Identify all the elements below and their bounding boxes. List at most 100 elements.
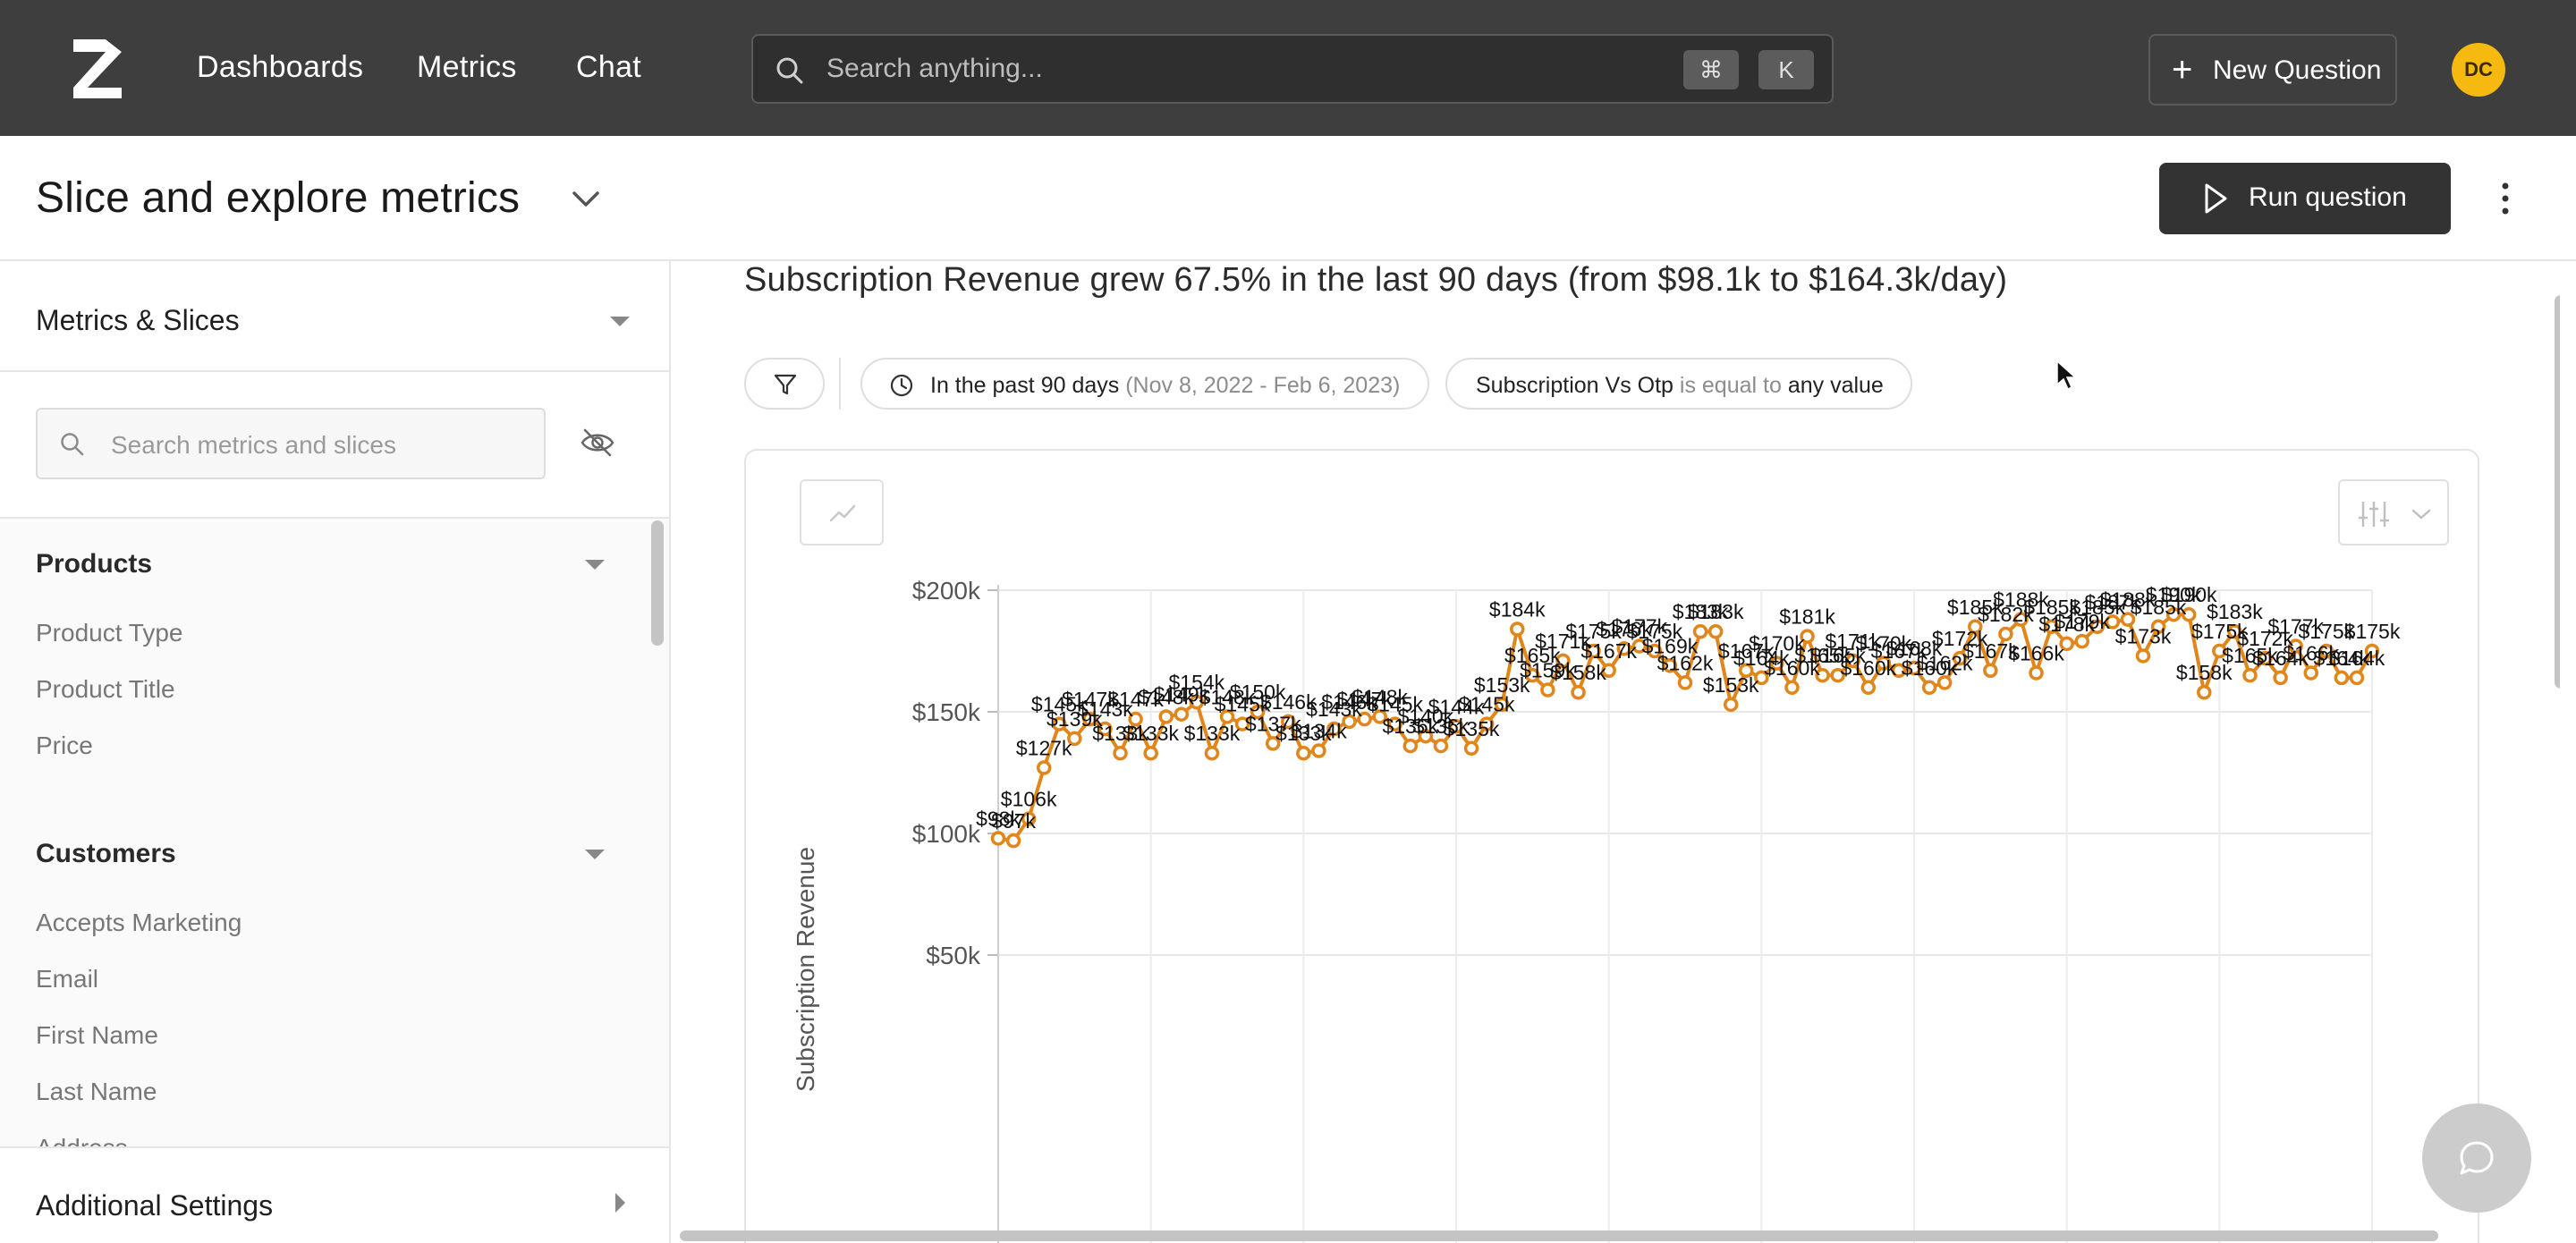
sidebar-group-customers[interactable]: Customers (36, 839, 176, 869)
sidebar-item-first-name[interactable]: First Name (36, 1021, 158, 1050)
sidebar-item-last-name[interactable]: Last Name (36, 1078, 157, 1106)
data-label: $134k (1291, 720, 1347, 743)
slice-filter-value: any value (1787, 373, 1884, 398)
run-question-label: Run question (2249, 182, 2407, 212)
global-search-input[interactable]: Search anything... ⌘ K (751, 34, 1834, 104)
data-label: $175k (2344, 620, 2401, 643)
data-point[interactable] (1296, 745, 1311, 761)
data-point[interactable] (1723, 697, 1739, 713)
additional-settings-title: Additional Settings (36, 1189, 274, 1222)
data-point[interactable] (1784, 680, 1800, 696)
data-point[interactable] (1113, 745, 1128, 761)
data-point[interactable] (1174, 706, 1190, 722)
main-scrollbar[interactable] (2555, 295, 2560, 689)
date-filter-chip[interactable]: In the past 90 days (Nov 8, 2022 - Feb 6… (860, 358, 1429, 410)
play-icon (2205, 183, 2227, 214)
insight-headline: Subscription Revenue grew 67.5% in the l… (744, 261, 2008, 299)
data-point[interactable] (2135, 648, 2151, 664)
chat-support-button[interactable] (2422, 1103, 2531, 1213)
data-label: $181k (1779, 605, 1835, 629)
data-point[interactable] (2029, 665, 2044, 681)
metrics-search-input[interactable]: Search metrics and slices (36, 408, 546, 479)
eye-off-icon[interactable] (580, 427, 615, 458)
mouse-cursor-icon (2056, 359, 2077, 391)
sidebar-item-product-title[interactable]: Product Title (36, 675, 175, 704)
sidebar-scrollbar[interactable] (651, 520, 664, 646)
data-point[interactable] (1204, 745, 1220, 761)
y-tick-label: $50k (926, 942, 981, 969)
chevron-down-icon[interactable] (569, 186, 603, 213)
data-point[interactable] (1158, 709, 1174, 724)
sidebar-item-price[interactable]: Price (36, 731, 93, 760)
data-point[interactable] (1540, 682, 1555, 698)
sidebar-item-accepts-marketing[interactable]: Accepts Marketing (36, 909, 242, 937)
shortcut-cmd-key: ⌘ (1683, 50, 1739, 89)
data-label: $97k (991, 809, 1036, 833)
filter-divider (839, 358, 841, 410)
nav-chat-link[interactable]: Chat (576, 50, 641, 85)
data-point[interactable] (1143, 745, 1158, 761)
data-point[interactable] (1402, 738, 1419, 754)
data-point[interactable] (1463, 740, 1479, 757)
slice-filter-field: Subscription Vs Otp (1476, 373, 1674, 398)
sidebar-item-email[interactable]: Email (36, 965, 98, 994)
data-label: $158k (1550, 661, 1606, 684)
plus-icon: + (2172, 50, 2193, 89)
caret-down-icon[interactable] (585, 850, 605, 859)
top-nav: Dashboards Metrics Chat Search anything.… (0, 0, 2576, 136)
data-point[interactable] (1921, 680, 1937, 696)
data-point[interactable] (1983, 663, 1998, 679)
sidebar-item-product-type[interactable]: Product Type (36, 619, 182, 647)
data-point[interactable] (2273, 670, 2288, 686)
page-title: Slice and explore metrics (36, 174, 521, 222)
data-point[interactable] (1311, 743, 1326, 758)
new-question-button[interactable]: + New Question (2148, 34, 2397, 106)
data-label: $164k (2329, 647, 2385, 670)
nav-metrics-link[interactable]: Metrics (417, 50, 517, 85)
data-point[interactable] (1677, 675, 1693, 690)
date-filter-label: In the past 90 days (930, 373, 1120, 398)
sidebar: Metrics & Slices Search metrics and slic… (0, 261, 671, 1243)
additional-settings-header[interactable]: Additional Settings (0, 1146, 669, 1243)
chat-bubble-icon (2460, 1141, 2494, 1175)
nav-dashboards-link[interactable]: Dashboards (197, 50, 363, 85)
data-point[interactable] (990, 831, 1006, 846)
data-point[interactable] (1005, 833, 1021, 849)
user-avatar[interactable]: DC (2452, 43, 2505, 97)
data-point[interactable] (2197, 684, 2212, 700)
data-point[interactable] (1571, 684, 1586, 700)
data-label: $184k (1489, 598, 1546, 622)
search-icon (776, 57, 803, 84)
data-label: $135k (1444, 717, 1500, 740)
page-header: Slice and explore metrics Run question (0, 136, 2576, 261)
data-point[interactable] (2349, 670, 2365, 686)
data-point[interactable] (1433, 738, 1449, 754)
data-point[interactable] (1036, 760, 1052, 775)
caret-down-icon[interactable] (585, 560, 605, 570)
revenue-line-chart: $200k$150k$100k$50k $98k$97k$106k$127k$1… (792, 577, 2401, 1243)
data-point[interactable] (1998, 626, 2013, 642)
y-tick-label: $150k (912, 698, 981, 726)
chart-card: $200k $150k $100k $50k $98k $97k $106k $127k $1… (744, 449, 2479, 1243)
slice-filter-chip[interactable]: Subscription Vs Otp is equal to any valu… (1445, 358, 1912, 410)
app-logo-icon[interactable] (66, 36, 129, 102)
horizontal-scrollbar[interactable] (680, 1230, 2438, 1241)
metrics-slices-title: Metrics & Slices (36, 304, 240, 336)
clock-icon (890, 374, 913, 397)
data-point[interactable] (2074, 633, 2089, 649)
y-tick-label: $200k (912, 577, 981, 605)
sidebar-group-products[interactable]: Products (36, 549, 152, 579)
filter-button[interactable] (744, 358, 825, 410)
search-icon (61, 433, 84, 456)
run-question-button[interactable]: Run question (2159, 163, 2451, 234)
more-options-icon[interactable] (2492, 179, 2519, 218)
data-point[interactable] (2242, 667, 2258, 683)
data-point[interactable] (2334, 670, 2350, 686)
metrics-slices-header[interactable]: Metrics & Slices (0, 261, 669, 372)
data-point[interactable] (1510, 622, 1525, 637)
data-label: $162k (1657, 651, 1714, 674)
metrics-search-placeholder: Search metrics and slices (111, 431, 397, 459)
data-label: $166k (2008, 641, 2064, 664)
data-point[interactable] (1860, 680, 1877, 696)
data-point[interactable] (1707, 623, 1724, 639)
